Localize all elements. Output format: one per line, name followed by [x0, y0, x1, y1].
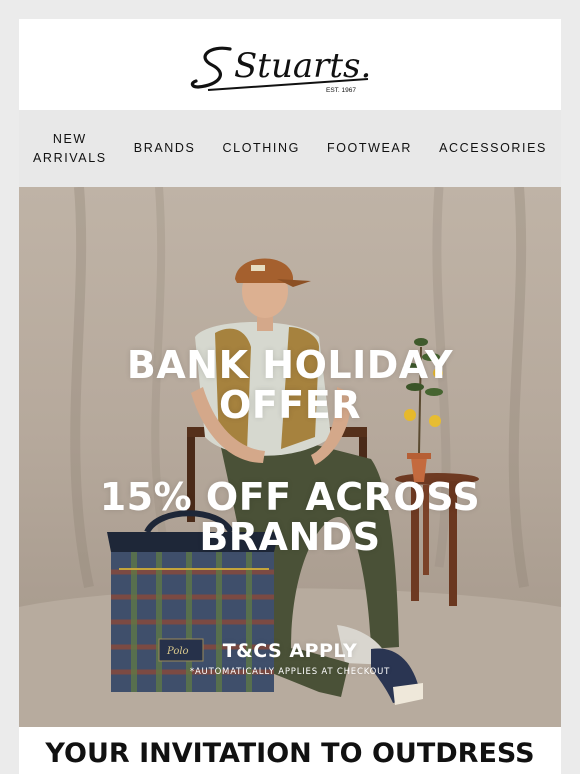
section-title: YOUR INVITATION TO OUTDRESS	[45, 738, 535, 769]
stuarts-logo[interactable]: Stuarts. EST. 1967	[190, 35, 390, 95]
headline-line: BANK HOLIDAY	[126, 343, 454, 387]
nav-label: ACCESSORIES	[439, 141, 547, 155]
main-nav: NEW ARRIVALS BRANDS CLOTHING FOOTWEAR AC…	[19, 110, 561, 187]
logo-tagline: EST. 1967	[326, 87, 356, 94]
discount-line: BRANDS	[199, 515, 381, 559]
nav-clothing[interactable]: CLOTHING	[223, 139, 300, 158]
nav-label: BRANDS	[133, 141, 196, 155]
nav-label: ARRIVALS	[33, 150, 107, 165]
checkout-note: *AUTOMATICALLY APPLIES AT CHECKOUT	[189, 667, 391, 677]
offer-discount: 15% OFF ACROSS BRANDS	[19, 477, 561, 557]
nav-label: FOOTWEAR	[326, 141, 413, 155]
email-frame: Stuarts. EST. 1967 NEW ARRIVALS BRANDS C…	[19, 19, 561, 774]
offer-headline: BANK HOLIDAY OFFER	[19, 345, 561, 425]
headline-line: OFFER	[219, 383, 361, 427]
nav-footwear[interactable]: FOOTWEAR	[327, 139, 412, 158]
terms-apply: T&CS APPLY	[222, 640, 358, 662]
discount-line: 15% OFF ACROSS	[99, 475, 481, 519]
logo-bar: Stuarts. EST. 1967	[19, 19, 561, 110]
nav-brands[interactable]: BRANDS	[134, 139, 196, 158]
hero-banner[interactable]: Polo BANK HOLIDAY OFFER 15% OFF ACROSS B…	[19, 187, 561, 727]
nav-accessories[interactable]: ACCESSORIES	[439, 139, 547, 158]
nav-new-arrivals[interactable]: NEW ARRIVALS	[33, 130, 107, 168]
nav-label: NEW	[52, 131, 87, 146]
nav-label: CLOTHING	[222, 141, 300, 155]
